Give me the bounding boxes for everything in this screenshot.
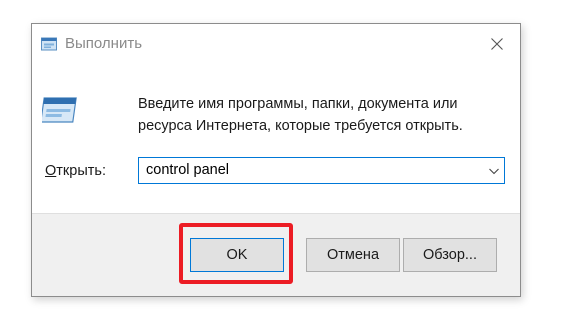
open-label-accelerator: О: [45, 163, 57, 179]
open-label: Открыть:: [45, 163, 106, 179]
run-app-icon: [41, 37, 57, 51]
open-label-text: ткрыть:: [56, 163, 106, 179]
close-button[interactable]: [474, 24, 520, 64]
window-title: Выполнить: [65, 35, 143, 52]
run-dialog-icon: [42, 97, 77, 123]
ok-highlight-annotation: [179, 223, 293, 284]
browse-button[interactable]: Обзор...: [403, 238, 497, 272]
dialog-content: Введите имя программы, папки, документа …: [32, 64, 520, 213]
close-icon: [491, 38, 503, 50]
title-bar[interactable]: Выполнить: [32, 24, 520, 64]
command-combobox[interactable]: control panel: [138, 157, 505, 184]
instruction-text: Введите имя программы, папки, документа …: [138, 96, 463, 134]
command-input[interactable]: control panel: [146, 162, 229, 178]
chevron-down-icon[interactable]: [488, 165, 500, 177]
cancel-button[interactable]: Отмена: [306, 238, 400, 272]
